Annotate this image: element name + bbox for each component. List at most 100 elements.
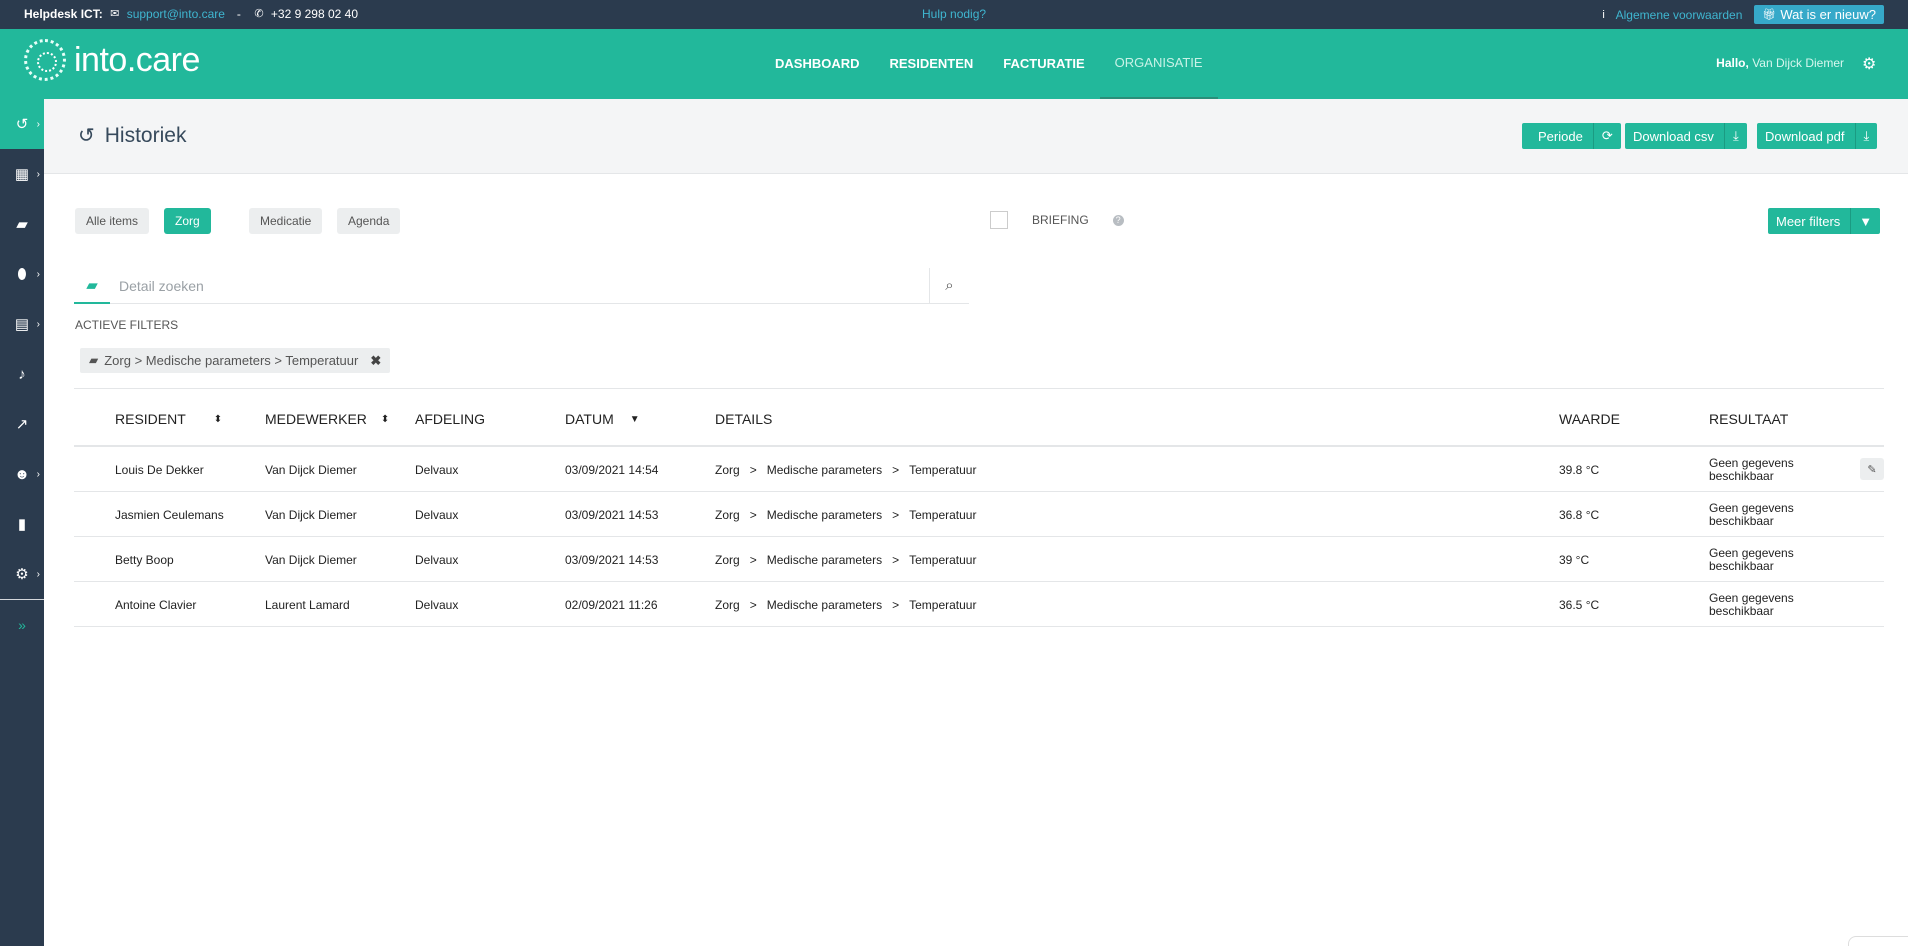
envelope-icon: ✉ xyxy=(110,8,120,20)
download-icon: ⤓ xyxy=(1723,123,1739,149)
cell-resident: Betty Boop xyxy=(115,552,174,567)
download-csv-button-body[interactable]: Download csv ⤓ xyxy=(1625,123,1747,149)
sidebar-item-book[interactable]: ▰ xyxy=(0,199,44,249)
col-datum[interactable]: DATUM ▼ xyxy=(565,411,640,427)
nav-dashboard[interactable]: DASHBOARD xyxy=(760,29,875,99)
info-icon: i xyxy=(1602,8,1605,21)
sidebar-divider xyxy=(0,599,44,600)
folder-open-icon[interactable]: ▰ xyxy=(74,268,110,304)
period-button[interactable]: Periode ⟳ xyxy=(1522,123,1621,149)
col-medewerker[interactable]: MEDEWERKER ⬍ xyxy=(265,411,389,427)
top-info-bar: Helpdesk ICT: ✉ support@into.care - ✆ +3… xyxy=(0,0,1908,29)
chevron-right-icon: › xyxy=(36,118,40,130)
details-level-3: Temperatuur xyxy=(909,597,977,612)
cell-resident: Louis De Dekker xyxy=(115,462,204,477)
briefing-checkbox[interactable] xyxy=(990,211,1008,229)
sidebar-item-users[interactable]: ☻ › xyxy=(0,449,44,499)
bell-icon: ♪ xyxy=(18,365,26,383)
helpdesk-label: Helpdesk ICT: xyxy=(24,7,103,21)
corner-widget[interactable] xyxy=(1848,936,1908,946)
chevron-right-icon: › xyxy=(36,268,40,280)
cell-resultaat: Geen gegevens beschikbaar xyxy=(1709,545,1794,573)
support-email-link[interactable]: support@into.care xyxy=(127,7,225,21)
details-sep: > xyxy=(749,597,757,612)
table-row[interactable]: Antoine Clavier Laurent Lamard Delvaux 0… xyxy=(74,582,1884,627)
search-icon[interactable]: ⌕ xyxy=(929,267,969,304)
sidebar-item-settings[interactable]: ⚙ › xyxy=(0,549,44,599)
col-details-label: DETAILS xyxy=(715,411,773,427)
details-sep: > xyxy=(749,462,757,477)
sidebar-item-notifications[interactable]: ♪ xyxy=(0,349,44,399)
period-button-label: Periode xyxy=(1538,128,1583,144)
download-pdf-button-body[interactable]: Download pdf ⤓ xyxy=(1757,123,1878,149)
more-filters-button-body[interactable]: Meer filters ▼ xyxy=(1768,208,1881,234)
cell-afdeling: Delvaux xyxy=(415,507,459,522)
cell-resident: Antoine Clavier xyxy=(115,597,197,612)
comment-icon[interactable]: ✎ xyxy=(1860,458,1884,480)
table-row[interactable]: Louis De Dekker Van Dijck Diemer Delvaux… xyxy=(74,447,1884,492)
nav-facturatie[interactable]: FACTURATIE xyxy=(988,29,1099,99)
nav-organisatie[interactable]: ORGANISATIE xyxy=(1099,29,1218,99)
cell-datum: 02/09/2021 11:26 xyxy=(565,597,658,612)
logo-mark-icon xyxy=(24,39,66,81)
terms-wrapper: i Algemene voorwaarden xyxy=(1598,8,1743,22)
page-title: ↺ Historiek xyxy=(78,123,186,148)
separator-dash: - xyxy=(236,7,241,21)
sidebar-item-history[interactable]: ↺ › xyxy=(0,99,44,149)
page-header: ↺ Historiek Periode ⟳ Download csv ⤓ Dow… xyxy=(44,99,1908,174)
sidebar-expand-icon[interactable]: » xyxy=(0,600,44,650)
details-level-1: Zorg xyxy=(715,507,740,522)
cell-resident: Jasmien Ceulemans xyxy=(115,507,224,522)
refresh-icon: ⟳ xyxy=(1592,123,1613,149)
table-row[interactable]: Jasmien Ceulemans Van Dijck Diemer Delva… xyxy=(74,492,1884,537)
cell-datum: 03/09/2021 14:54 xyxy=(565,462,659,477)
user-name: Van Dijck Diemer xyxy=(1752,56,1844,70)
user-greeting[interactable]: Hallo, Van Dijck Diemer xyxy=(1716,56,1844,70)
sidebar: ↺ › ▦ › ▰ ⬮ › ▤ › ♪ ↗ ☻ › ▮ ⚙ › » xyxy=(0,99,44,946)
cell-medewerker: Laurent Lamard xyxy=(265,597,350,612)
download-csv-button[interactable]: Download csv ⤓ xyxy=(1625,123,1747,149)
table-row[interactable]: Betty Boop Van Dijck Diemer Delvaux 03/0… xyxy=(74,537,1884,582)
active-filter-text: Zorg > Medische parameters > Temperatuur xyxy=(104,353,359,368)
details-sep: > xyxy=(892,597,900,612)
whats-new-button[interactable]: 🎁︎ Wat is er nieuw? xyxy=(1754,5,1884,24)
help-link[interactable]: Hulp nodig? xyxy=(922,7,986,21)
settings-gear-icon[interactable]: ⚙ xyxy=(1862,54,1880,73)
nav-residenten[interactable]: RESIDENTEN xyxy=(875,29,989,99)
cell-resultaat: Geen gegevens beschikbaar xyxy=(1709,500,1794,528)
details-sep: > xyxy=(892,552,900,567)
details-sep: > xyxy=(749,507,757,522)
building-icon: ▮ xyxy=(17,516,27,533)
terms-link[interactable]: Algemene voorwaarden xyxy=(1616,8,1743,22)
sidebar-item-medication[interactable]: ⬮ › xyxy=(0,249,44,299)
more-filters-button[interactable]: Meer filters ▼ xyxy=(1768,208,1881,234)
calendar-icon: ▦ xyxy=(14,166,30,183)
folder-open-icon: ▰ xyxy=(89,353,99,367)
more-filters-label: Meer filters xyxy=(1776,213,1841,229)
cell-details: Zorg > Medische parameters > Temperatuur xyxy=(715,537,976,582)
details-level-2: Medische parameters xyxy=(766,552,883,567)
chip-agenda[interactable]: Agenda xyxy=(337,208,401,234)
col-waarde: WAARDE xyxy=(1559,411,1620,427)
chip-alle-items[interactable]: Alle items xyxy=(75,208,150,234)
book-icon: ▰ xyxy=(16,216,28,233)
sidebar-item-calendar[interactable]: ▦ › xyxy=(0,149,44,199)
logo[interactable]: into.care xyxy=(24,39,200,81)
sidebar-item-documents[interactable]: ▤ › xyxy=(0,299,44,349)
period-button-body[interactable]: Periode ⟳ xyxy=(1522,123,1621,149)
details-sep: > xyxy=(892,462,900,477)
col-afdeling-label: AFDELING xyxy=(415,411,486,427)
sidebar-item-statistics[interactable]: ↗ xyxy=(0,399,44,449)
remove-filter-icon[interactable]: ✖ xyxy=(370,348,381,373)
details-level-1: Zorg xyxy=(715,552,740,567)
whats-new-label: Wat is er nieuw? xyxy=(1780,7,1876,22)
col-resident[interactable]: RESIDENT ⬍ xyxy=(115,411,222,427)
help-icon[interactable]: ? xyxy=(1112,214,1124,226)
details-level-3: Temperatuur xyxy=(909,552,977,567)
detail-search-input[interactable] xyxy=(110,268,929,303)
chip-medicatie[interactable]: Medicatie xyxy=(249,208,323,234)
chevron-right-icon: › xyxy=(36,468,40,480)
download-pdf-button[interactable]: Download pdf ⤓ xyxy=(1757,123,1878,149)
chip-zorg[interactable]: Zorg xyxy=(164,208,211,234)
sidebar-item-building[interactable]: ▮ xyxy=(0,499,44,549)
